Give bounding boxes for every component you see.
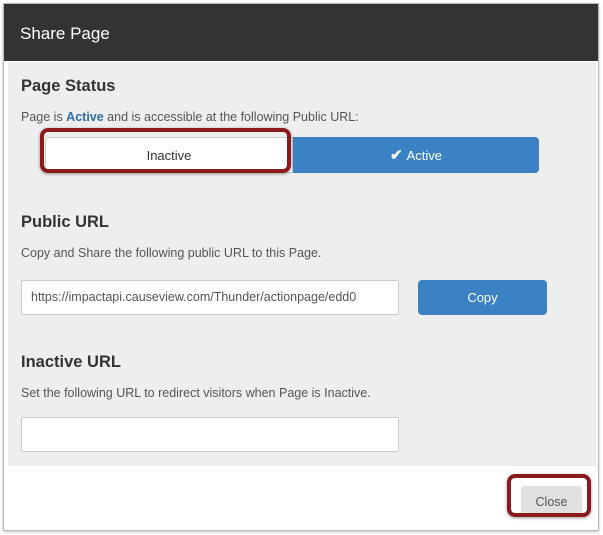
- public-url-description: Copy and Share the following public URL …: [21, 246, 322, 260]
- status-toggle-inactive-label: Inactive: [146, 147, 192, 163]
- dialog-title: Share Page: [20, 24, 110, 43]
- public-url-field[interactable]: https://impactapi.causeview.com/Thunder/…: [21, 280, 399, 315]
- dialog-body: Page Status Page is Active and is access…: [8, 62, 596, 466]
- page-status-current: Active: [66, 110, 104, 124]
- public-url-heading: Public URL: [21, 213, 110, 231]
- page-status-heading: Page Status: [21, 77, 116, 95]
- dialog-header: Share Page: [4, 4, 598, 61]
- page-status-desc-prefix: Page is: [21, 110, 67, 124]
- page-status-desc-suffix: and is accessible at the following Publi…: [103, 110, 359, 124]
- close-button[interactable]: Close: [521, 486, 582, 517]
- status-toggle-inactive[interactable]: Inactive: [45, 137, 293, 173]
- inactive-url-field[interactable]: [21, 417, 399, 452]
- inactive-url-description: Set the following URL to redirect visito…: [21, 386, 371, 400]
- page-status-description: Page is Active and is accessible at the …: [21, 110, 359, 124]
- inactive-url-heading: Inactive URL: [21, 353, 121, 371]
- copy-button[interactable]: Copy: [418, 280, 547, 315]
- share-page-dialog: Share Page Page Status Page is Active an…: [3, 3, 599, 531]
- status-toggle-active-label: Active: [406, 147, 442, 163]
- status-toggle-active[interactable]: ✔ Active: [293, 137, 539, 173]
- check-icon: ✔: [390, 146, 403, 164]
